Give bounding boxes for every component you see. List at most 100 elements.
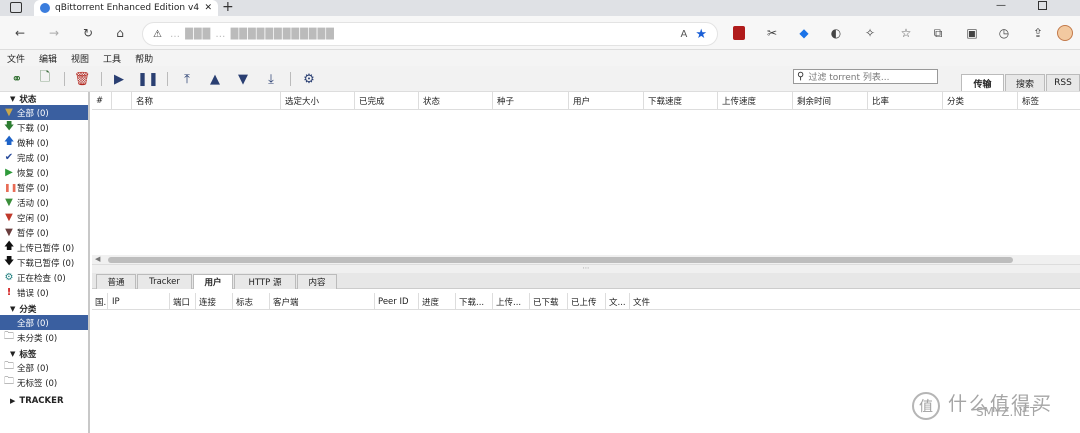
- splitter-handle[interactable]: ⋯: [92, 264, 1080, 273]
- forward-icon[interactable]: →: [46, 25, 62, 41]
- menu-file[interactable]: 文件: [0, 52, 32, 65]
- avatar[interactable]: [1057, 25, 1073, 41]
- pause-icon[interactable]: ❚❚: [137, 70, 159, 88]
- move-top-icon[interactable]: ⤒: [178, 70, 196, 88]
- column-header[interactable]: 上传...: [493, 293, 530, 310]
- puzzle-icon[interactable]: ✧: [862, 25, 878, 41]
- sync-icon[interactable]: ◐: [828, 25, 844, 41]
- browser-tab[interactable]: qBittorrent Enhanced Edition v4. ✕: [34, 0, 218, 16]
- url-field[interactable]: ⚠ … ███ … ████████████ A ★: [142, 22, 718, 46]
- tab-http-sources[interactable]: HTTP 源: [234, 274, 296, 289]
- ublock-icon[interactable]: [733, 26, 745, 40]
- column-header[interactable]: 进度: [419, 293, 456, 310]
- status-item[interactable]: ▼ 全部 (0): [0, 105, 88, 120]
- horizontal-scrollbar[interactable]: ◀: [92, 255, 1080, 264]
- menu-edit[interactable]: 编辑: [32, 52, 64, 65]
- status-item[interactable]: 🡅 上传已暂停 (0): [0, 240, 88, 255]
- column-header[interactable]: 状态: [419, 92, 493, 110]
- status-item[interactable]: 🡅 做种 (0): [0, 135, 88, 150]
- tag-item-all[interactable]: 🗀 全部 (0): [0, 360, 88, 375]
- menu-view[interactable]: 视图: [64, 52, 96, 65]
- column-header[interactable]: 连接: [196, 293, 233, 310]
- home-icon[interactable]: ⌂: [112, 25, 128, 41]
- status-item[interactable]: 🡇 下载已暂停 (0): [0, 255, 88, 270]
- column-header[interactable]: [112, 92, 132, 110]
- column-header[interactable]: #: [92, 92, 112, 110]
- column-header[interactable]: 分类: [943, 92, 1018, 110]
- tab-general[interactable]: 普通: [96, 274, 136, 289]
- move-up-icon[interactable]: ▲: [206, 70, 224, 88]
- category-item-uncategorized[interactable]: 🗀 未分类 (0): [0, 330, 88, 345]
- status-item[interactable]: ! 错误 (0): [0, 285, 88, 300]
- tracker-section-header[interactable]: ▶ TRACKER: [0, 394, 88, 407]
- window-menu-icon[interactable]: [10, 2, 22, 13]
- scrollbar-thumb[interactable]: [108, 257, 1013, 263]
- scissors-icon[interactable]: ✂: [764, 25, 780, 41]
- menu-tools[interactable]: 工具: [96, 52, 128, 65]
- move-down-icon[interactable]: ▼: [234, 70, 252, 88]
- torrent-filter-search[interactable]: ⚲ 过滤 torrent 列表...: [793, 69, 938, 84]
- resume-icon[interactable]: ▶: [110, 70, 128, 88]
- status-item[interactable]: ▶ 恢复 (0): [0, 165, 88, 180]
- column-header[interactable]: 国.: [92, 293, 108, 310]
- maximize-icon[interactable]: [1038, 1, 1047, 10]
- status-item[interactable]: ▼ 空闲 (0): [0, 210, 88, 225]
- column-header[interactable]: 标签: [1018, 92, 1080, 110]
- torrent-list-body[interactable]: [92, 110, 1080, 255]
- delete-icon[interactable]: 🗑: [73, 70, 91, 88]
- favorites-icon[interactable]: ☆: [898, 25, 914, 41]
- history-icon[interactable]: ◷: [996, 25, 1012, 41]
- minimize-icon[interactable]: —: [996, 0, 1006, 11]
- column-header[interactable]: 已下载: [530, 293, 568, 310]
- menu-help[interactable]: 帮助: [128, 52, 160, 65]
- options-gear-icon[interactable]: ⚙: [300, 70, 318, 88]
- category-item-all[interactable]: 全部 (0): [0, 315, 88, 330]
- column-header[interactable]: 比率: [868, 92, 943, 110]
- column-header[interactable]: 下载速度: [644, 92, 718, 110]
- tab-trackers[interactable]: Tracker: [137, 274, 192, 289]
- tab-rss[interactable]: RSS: [1046, 74, 1080, 91]
- column-header[interactable]: 已完成: [355, 92, 419, 110]
- share-icon[interactable]: ⇪: [1030, 25, 1046, 41]
- close-tab-icon[interactable]: ✕: [204, 3, 212, 13]
- refresh-icon[interactable]: ↻: [80, 25, 96, 41]
- status-item[interactable]: 🡇 下载 (0): [0, 120, 88, 135]
- tag-item-untagged[interactable]: 🗀 无标签 (0): [0, 375, 88, 390]
- scroll-left-icon[interactable]: ◀: [95, 255, 100, 263]
- status-item[interactable]: ⚙ 正在检查 (0): [0, 270, 88, 285]
- back-icon[interactable]: ←: [12, 25, 28, 41]
- column-header[interactable]: 标志: [233, 293, 270, 310]
- column-header[interactable]: 已上传: [568, 293, 606, 310]
- favorite-star-icon[interactable]: ★: [695, 27, 707, 42]
- column-header[interactable]: 剩余时间: [793, 92, 868, 110]
- collections-icon[interactable]: ⧉: [930, 25, 946, 41]
- column-header[interactable]: 名称: [132, 92, 281, 110]
- column-header[interactable]: 端口: [170, 293, 196, 310]
- column-header[interactable]: 选定大小: [281, 92, 355, 110]
- column-header[interactable]: 上传速度: [718, 92, 793, 110]
- read-aloud-icon[interactable]: A: [681, 29, 688, 40]
- tab-content[interactable]: 内容: [297, 274, 337, 289]
- move-bottom-icon[interactable]: ⤓: [262, 70, 280, 88]
- column-header[interactable]: 文件: [630, 293, 690, 310]
- column-header[interactable]: 客户端: [270, 293, 375, 310]
- column-header[interactable]: 种子: [493, 92, 569, 110]
- column-header[interactable]: IP: [108, 293, 170, 310]
- column-header[interactable]: 下载...: [456, 293, 493, 310]
- category-section-header[interactable]: ▼ 分类: [0, 302, 88, 315]
- tab-peers[interactable]: 用户: [193, 274, 233, 289]
- split-screen-icon[interactable]: ▣: [964, 25, 980, 41]
- extension-icon[interactable]: ◆: [796, 25, 812, 41]
- new-tab-button[interactable]: +: [222, 0, 234, 15]
- tab-search[interactable]: 搜索: [1005, 74, 1045, 91]
- add-torrent-file-icon[interactable]: 🗋: [36, 70, 54, 88]
- status-section-header[interactable]: ▼ 状态: [0, 92, 88, 105]
- status-item[interactable]: ❚❚ 暂停 (0): [0, 180, 88, 195]
- add-torrent-link-icon[interactable]: ⚭: [8, 70, 26, 88]
- status-item[interactable]: ▼ 暂停 (0): [0, 225, 88, 240]
- column-header[interactable]: Peer ID: [375, 293, 419, 310]
- column-header[interactable]: 用户: [569, 92, 644, 110]
- column-header[interactable]: 文...: [606, 293, 630, 310]
- status-item[interactable]: ✔ 完成 (0): [0, 150, 88, 165]
- status-item[interactable]: ▼ 活动 (0): [0, 195, 88, 210]
